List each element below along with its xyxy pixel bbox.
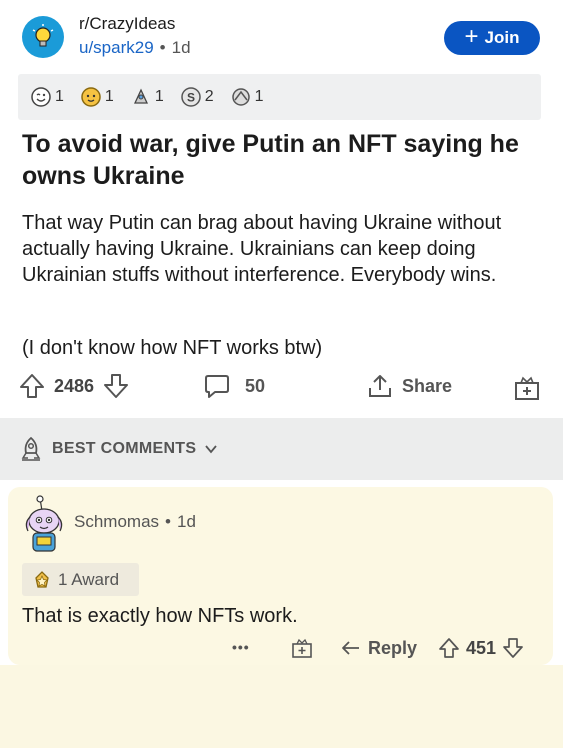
share-button[interactable]: Share [366, 372, 452, 400]
comment-bubble-icon [205, 375, 229, 398]
plus-icon: + [464, 23, 479, 50]
post-author[interactable]: u/spark29 [79, 38, 154, 57]
award-count: 1 [104, 88, 114, 105]
comment-actions: ••• Reply 451 [8, 635, 553, 665]
helpful-award-icon [231, 88, 250, 106]
more-options-button[interactable]: ••• [232, 639, 250, 655]
comment-count: 50 [245, 375, 266, 396]
award-count: 1 [254, 88, 264, 105]
award-item[interactable]: 1 [30, 86, 64, 108]
subreddit-name[interactable]: r/CrazyIdeas [79, 14, 175, 34]
vote-group: 2486 [18, 372, 130, 400]
sort-label: BEST COMMENTS [52, 440, 197, 457]
awards-bar[interactable]: 1 1 1 S 2 1 [18, 74, 541, 120]
silver-award-icon: S [180, 87, 201, 107]
comment-give-award-button[interactable] [291, 637, 313, 659]
join-label: Join [484, 28, 520, 47]
comment-meta: Schmomas • 1d [74, 512, 196, 532]
wink-award-icon [31, 87, 51, 107]
post-title[interactable]: To avoid war, give Putin an NFT saying h… [22, 128, 547, 192]
award-count: 2 [204, 88, 214, 105]
avatar[interactable] [18, 495, 68, 555]
post-body: That way Putin can brag about having Ukr… [22, 212, 502, 286]
reply-arrow-icon [342, 641, 359, 655]
comment-card: Schmomas • 1d 1 Award That is exactly how … [8, 487, 553, 665]
meta-separator: • [159, 38, 166, 57]
comment-author[interactable]: Schmomas [74, 512, 159, 531]
post-meta: u/spark29 • 1d [79, 38, 191, 58]
gift-icon [292, 638, 312, 658]
reply-label: Reply [368, 637, 418, 658]
post-vote-count: 2486 [54, 375, 95, 396]
comment-thread-continuation [0, 665, 563, 748]
award-item[interactable]: 1 [80, 86, 114, 108]
subreddit-lightbulb-icon[interactable] [22, 16, 64, 58]
award-count: 1 [55, 88, 64, 105]
upvote-arrow-icon[interactable] [438, 637, 460, 659]
post-body-note: (I don't know how NFT works btw) [22, 337, 323, 359]
gold-award-icon [35, 570, 49, 588]
comment-vote-group: 451 [438, 637, 524, 659]
svg-text:S: S [187, 91, 195, 105]
comment-vote-count: 451 [466, 637, 497, 658]
award-count: 1 [154, 88, 164, 105]
post-actions: 2486 50 Share [0, 368, 563, 412]
downvote-arrow-icon[interactable] [102, 372, 130, 400]
rocket-sort-icon [21, 436, 41, 461]
comment-award-label: 1 Award [58, 569, 120, 589]
join-button[interactable]: + Join [444, 21, 540, 55]
meta-separator: • [165, 512, 171, 531]
chevron-down-icon [205, 445, 218, 454]
comments-button[interactable]: 50 [203, 372, 265, 400]
give-award-button[interactable] [513, 374, 541, 402]
wholesome-award-icon [81, 87, 101, 107]
rocket-award-icon [133, 88, 148, 104]
downvote-arrow-icon[interactable] [502, 637, 524, 659]
award-item[interactable]: 1 [230, 86, 264, 108]
award-item[interactable]: S 2 [180, 86, 214, 108]
gift-icon [515, 376, 539, 400]
comment-age: 1d [176, 512, 196, 531]
sort-dropdown[interactable]: BEST COMMENTS [18, 436, 218, 462]
share-icon [369, 375, 391, 397]
award-item[interactable]: 1 [130, 86, 164, 108]
post-age: 1d [171, 38, 191, 57]
post-header: r/CrazyIdeas u/spark29 • 1d + Join [0, 0, 563, 70]
sort-bar: BEST COMMENTS [0, 418, 563, 480]
upvote-arrow-icon[interactable] [18, 372, 46, 400]
comment-award-badge[interactable]: 1 Award [22, 563, 139, 596]
comment-text: That is exactly how NFTs work. [22, 605, 298, 627]
reply-button[interactable]: Reply [340, 637, 417, 659]
share-label: Share [402, 375, 453, 396]
